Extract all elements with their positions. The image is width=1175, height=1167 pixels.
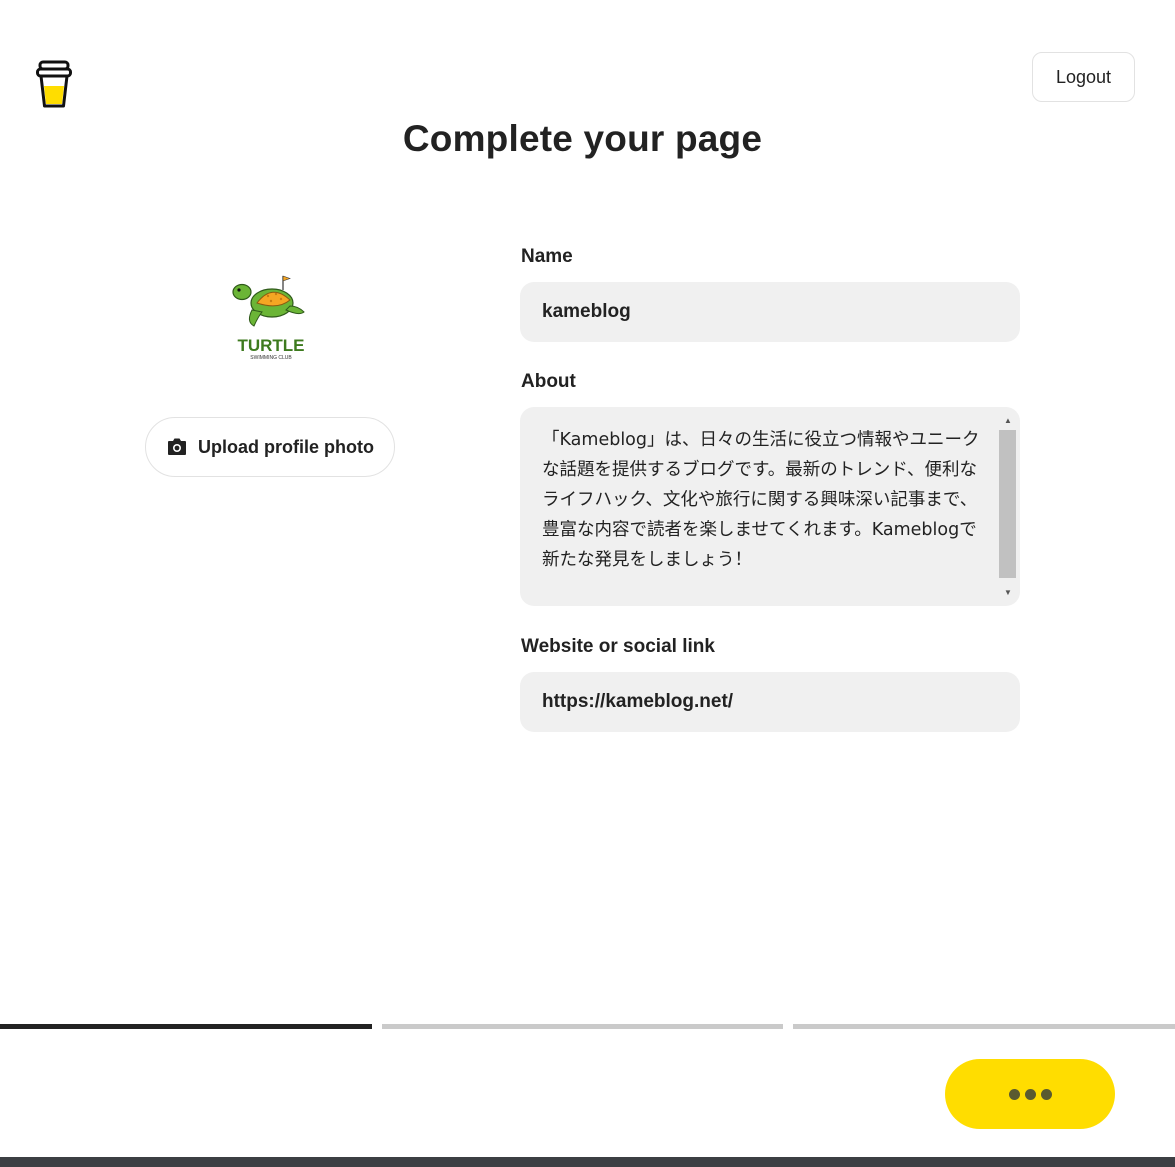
- ellipsis-icon: [1008, 1088, 1020, 1100]
- svg-text:SWIMMING CLUB: SWIMMING CLUB: [250, 355, 292, 361]
- next-button[interactable]: [945, 1059, 1115, 1129]
- about-text: 「Kameblog」は、日々の生活に役立つ情報やユニークな話題を提供するブログで…: [542, 430, 980, 570]
- about-label: About: [521, 371, 576, 392]
- name-label: Name: [521, 246, 573, 267]
- ellipsis-icon: [1040, 1088, 1052, 1100]
- avatar: TURTLE SWIMMING CLUB: [232, 275, 305, 361]
- upload-profile-photo-button[interactable]: Upload profile photo: [145, 417, 395, 477]
- ellipsis-icon: [1024, 1088, 1036, 1100]
- website-input[interactable]: [520, 672, 1020, 732]
- about-textarea[interactable]: 「Kameblog」は、日々の生活に役立つ情報やユニークな話題を提供するブログで…: [520, 407, 1020, 606]
- turtle-logo-icon: TURTLE SWIMMING CLUB: [232, 275, 305, 361]
- coffee-cup-icon[interactable]: [36, 60, 72, 110]
- progress-step-2: [382, 1024, 783, 1029]
- about-scrollbar[interactable]: [999, 430, 1016, 578]
- svg-text:TURTLE: TURTLE: [237, 336, 304, 355]
- name-input[interactable]: [520, 282, 1020, 342]
- bottom-bar: [0, 1157, 1175, 1167]
- logout-button[interactable]: Logout: [1032, 52, 1135, 102]
- scroll-down-arrow-icon[interactable]: ▼: [1002, 587, 1014, 597]
- progress-step-3: [793, 1024, 1175, 1029]
- upload-button-label: Upload profile photo: [198, 436, 374, 457]
- scroll-up-arrow-icon[interactable]: ▲: [1002, 415, 1014, 425]
- camera-icon: [168, 438, 186, 455]
- page-title: Complete your page: [402, 118, 763, 159]
- website-label: Website or social link: [521, 636, 715, 657]
- progress-step-1: [0, 1024, 372, 1029]
